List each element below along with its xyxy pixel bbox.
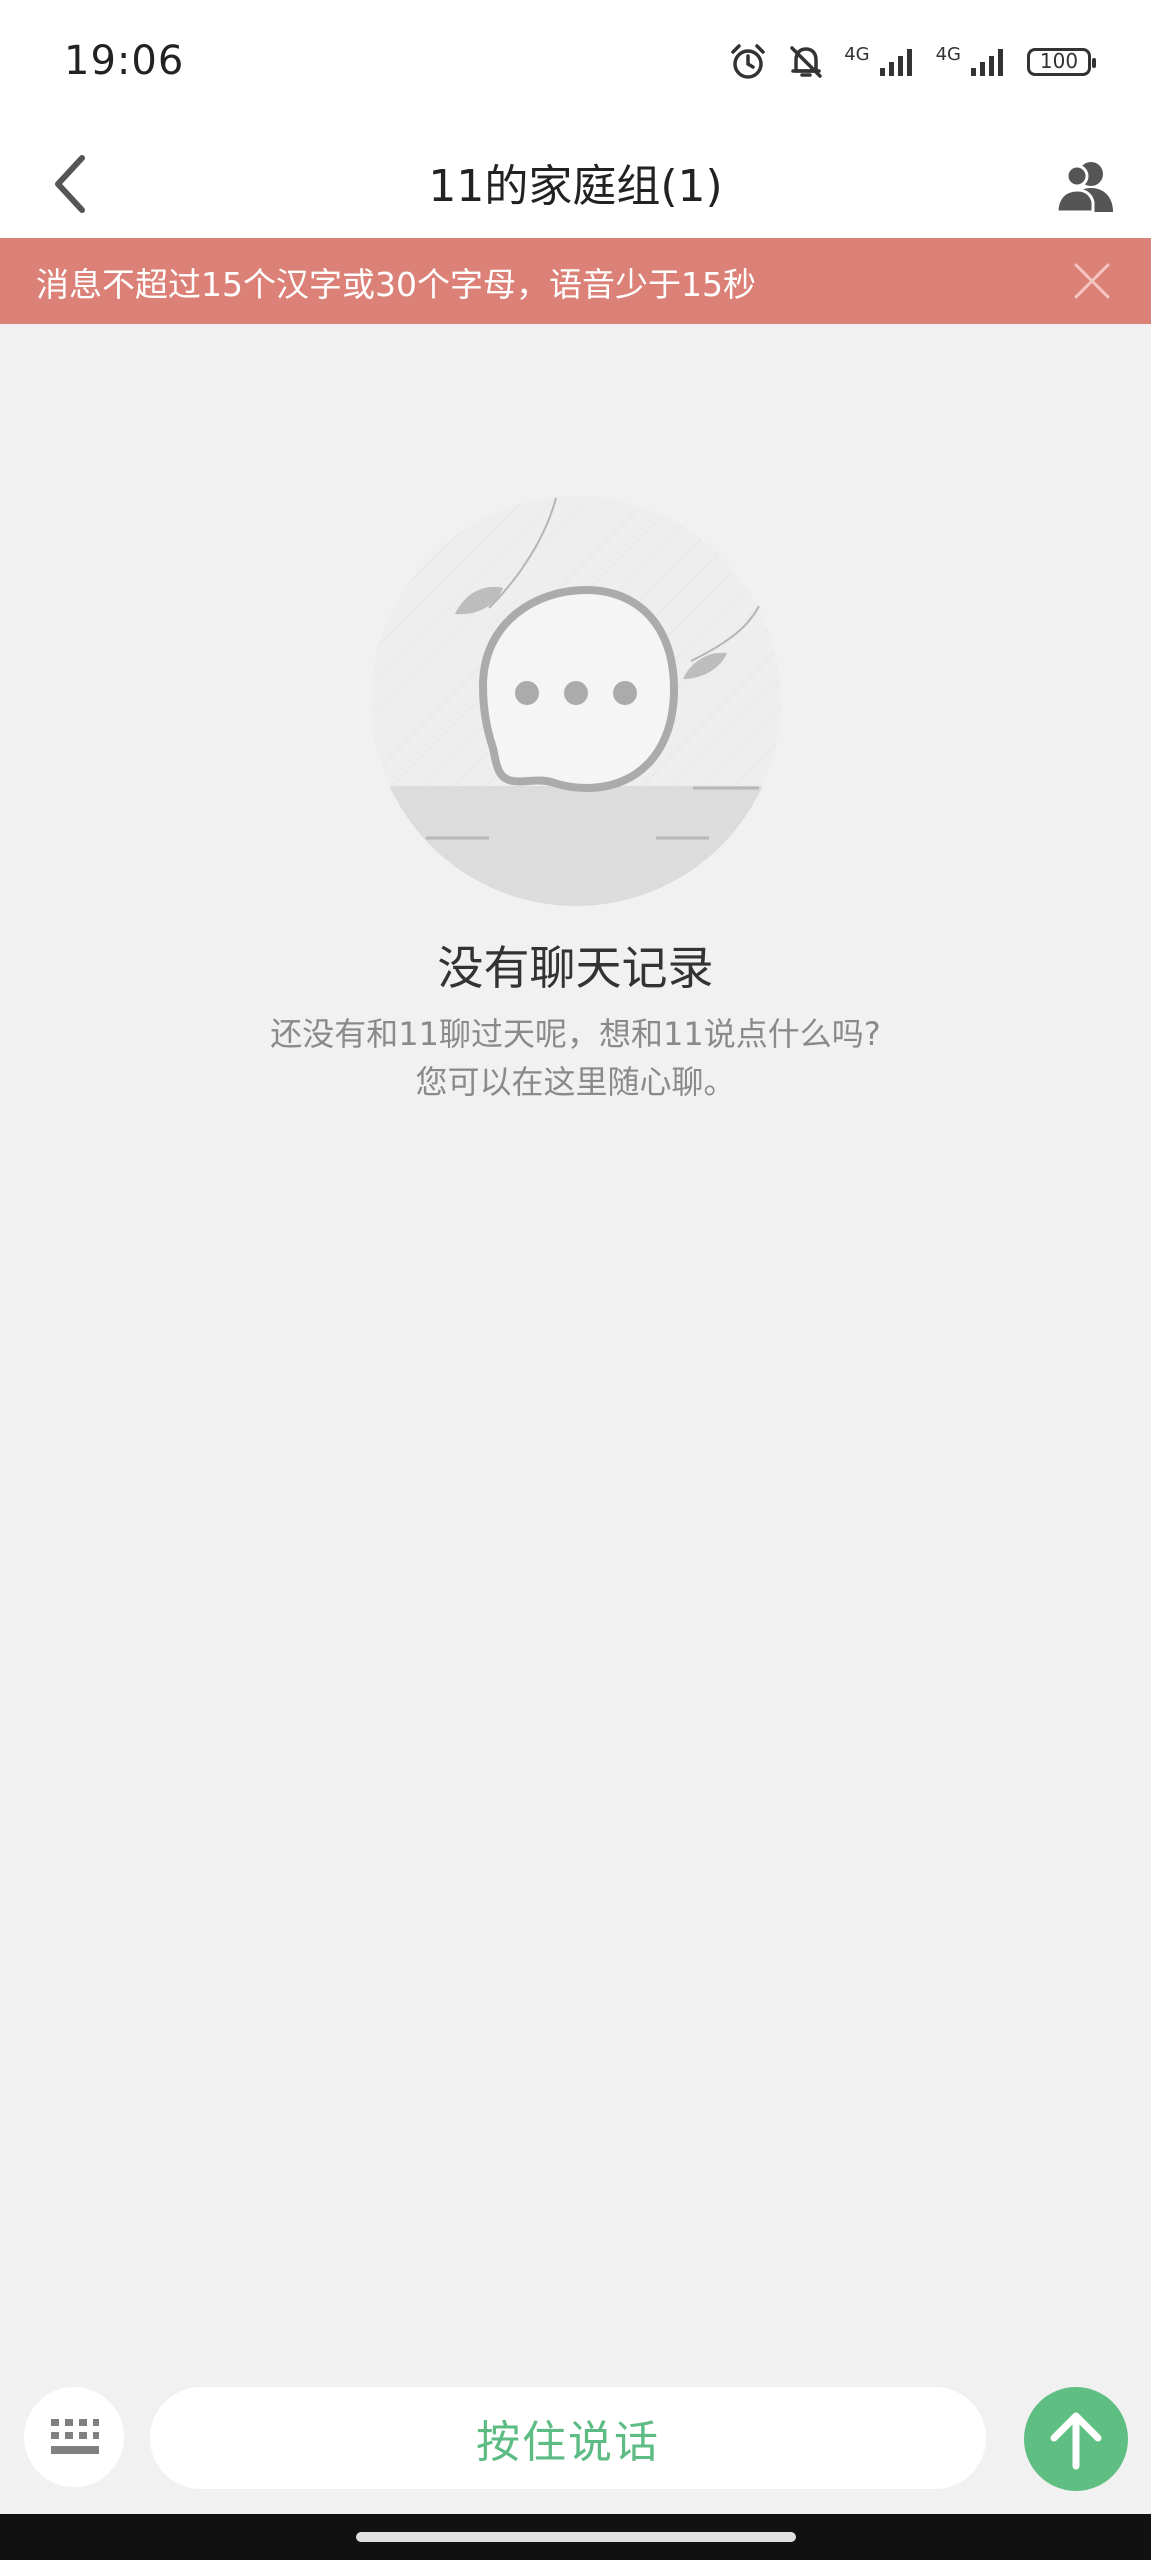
- home-indicator[interactable]: [356, 2532, 796, 2542]
- signal-icon: [879, 49, 912, 76]
- hold-to-talk-button[interactable]: 按住说话: [150, 2387, 986, 2489]
- empty-state-description: 还没有和11聊过天呢，想和11说点什么吗? 您可以在这里随心聊。: [0, 1010, 1151, 1106]
- notice-close-button[interactable]: [1067, 256, 1117, 306]
- close-icon: [1074, 263, 1110, 299]
- battery-icon: 100: [1027, 48, 1096, 76]
- network-label-1: 4G: [844, 43, 870, 65]
- keyboard-toggle-button[interactable]: [24, 2387, 124, 2487]
- empty-state-description-line1: 还没有和11聊过天呢，想和11说点什么吗?: [270, 1015, 881, 1053]
- notice-text: 消息不超过15个汉字或30个字母，语音少于15秒: [36, 265, 756, 304]
- network-label-2: 4G: [935, 43, 961, 65]
- notice-banner: 消息不超过15个汉字或30个字母，语音少于15秒: [0, 238, 1151, 324]
- battery-level: 100: [1039, 49, 1079, 73]
- empty-state-title: 没有聊天记录: [437, 941, 714, 995]
- alarm-icon: [731, 44, 765, 79]
- system-nav-bar: [0, 2514, 1151, 2560]
- group-members-icon: [1055, 162, 1113, 214]
- send-button[interactable]: [1024, 2387, 1128, 2491]
- empty-chat-illustration: [371, 496, 781, 906]
- keyboard-icon: [51, 2419, 99, 2454]
- status-icons: 4G 4G 100: [728, 42, 1096, 82]
- bell-off-icon: [790, 46, 822, 78]
- page-title: 11的家庭组(1): [428, 161, 723, 212]
- status-bar: 19:06 4G 4G 100: [0, 0, 1151, 130]
- empty-state-description-line2: 您可以在这里随心聊。: [415, 1063, 736, 1101]
- header: 11的家庭组(1): [0, 130, 1151, 238]
- signal-icon: [971, 49, 1003, 76]
- status-time: 19:06: [64, 38, 185, 84]
- arrow-up-icon: [1050, 2412, 1102, 2470]
- group-members-button[interactable]: [1045, 144, 1129, 228]
